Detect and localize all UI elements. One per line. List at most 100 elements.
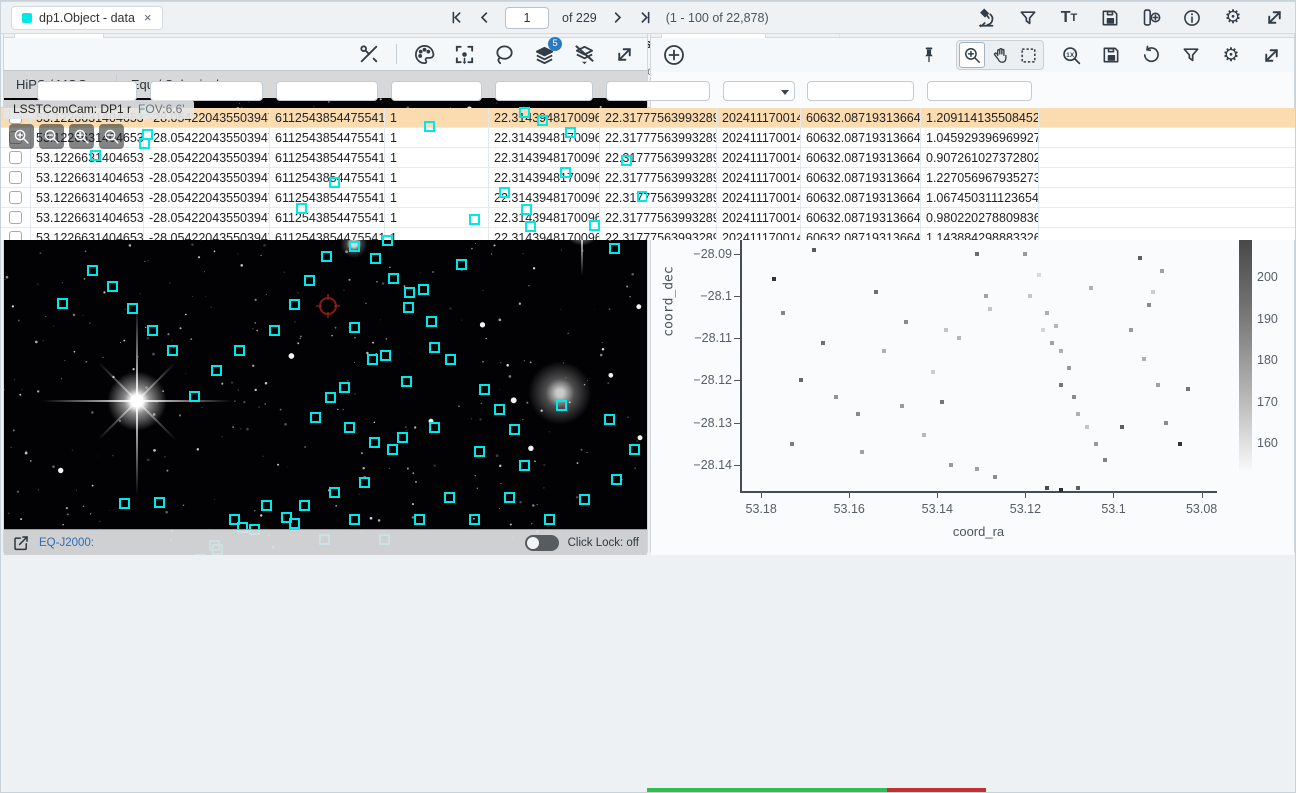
- catalog-marker[interactable]: [234, 345, 245, 356]
- catalog-marker[interactable]: [629, 444, 640, 455]
- layers-visibility-icon[interactable]: [571, 41, 597, 67]
- catalog-marker[interactable]: [339, 382, 350, 393]
- catalog-marker[interactable]: [474, 446, 485, 457]
- catalog-marker[interactable]: [537, 115, 548, 126]
- filter-input-objectId[interactable]: [276, 81, 378, 101]
- filter-input-refExtendedness[interactable]: [391, 81, 482, 101]
- restore-chart-icon[interactable]: [1138, 42, 1164, 68]
- catalog-marker[interactable]: [469, 514, 480, 525]
- close-icon[interactable]: ×: [144, 10, 152, 25]
- zoom-out-icon[interactable]: [39, 124, 64, 149]
- first-page-icon[interactable]: [449, 10, 464, 25]
- catalog-marker[interactable]: [87, 265, 98, 276]
- catalog-marker[interactable]: [359, 477, 370, 488]
- expand-chart-icon[interactable]: [1258, 42, 1284, 68]
- palette-icon[interactable]: [411, 41, 437, 67]
- gear-icon[interactable]: ⚙: [1218, 42, 1244, 68]
- catalog-marker[interactable]: [504, 492, 515, 503]
- text-options-icon[interactable]: TT: [1056, 5, 1082, 31]
- filter-input-seeing[interactable]: [927, 81, 1032, 101]
- last-page-icon[interactable]: [638, 10, 653, 25]
- table-row[interactable]: 53.12266314046538-28.0542204355039476112…: [1, 168, 1296, 188]
- catalog-marker[interactable]: [444, 492, 455, 503]
- catalog-marker[interactable]: [269, 325, 280, 336]
- catalog-marker[interactable]: [637, 191, 647, 202]
- catalog-marker[interactable]: [261, 500, 272, 511]
- table-row[interactable]: 53.12266314046538-28.0542204355039476112…: [1, 228, 1296, 240]
- filter-chart-icon[interactable]: [1178, 42, 1204, 68]
- gear-icon[interactable]: ⚙: [1220, 5, 1246, 31]
- filter-input-coord_ra[interactable]: [37, 81, 137, 101]
- catalog-marker[interactable]: [304, 275, 315, 286]
- catalog-marker[interactable]: [325, 392, 336, 403]
- zoom-select-icon[interactable]: [959, 42, 985, 68]
- catalog-marker[interactable]: [494, 404, 505, 415]
- catalog-marker[interactable]: [107, 281, 118, 292]
- lasso-select-icon[interactable]: [491, 41, 517, 67]
- catalog-marker[interactable]: [414, 514, 425, 525]
- catalog-marker[interactable]: [429, 342, 440, 353]
- catalog-marker[interactable]: [344, 422, 355, 433]
- catalog-marker[interactable]: [382, 235, 393, 246]
- catalog-marker[interactable]: [479, 384, 490, 395]
- table-row[interactable]: 53.12266314046538-28.0542204355039476112…: [1, 108, 1296, 128]
- catalog-marker[interactable]: [525, 221, 536, 232]
- catalog-marker[interactable]: [367, 354, 378, 365]
- catalog-marker[interactable]: [296, 203, 307, 214]
- catalog-marker[interactable]: [289, 299, 300, 310]
- catalog-marker[interactable]: [445, 354, 456, 365]
- catalog-marker[interactable]: [299, 500, 310, 511]
- info-icon[interactable]: [1179, 5, 1205, 31]
- catalog-marker[interactable]: [388, 273, 399, 284]
- table-row[interactable]: 53.12266314046538-28.0542204355039476112…: [1, 208, 1296, 228]
- catalog-marker[interactable]: [403, 302, 414, 313]
- catalog-marker[interactable]: [380, 350, 391, 361]
- catalog-marker[interactable]: [211, 365, 222, 376]
- catalog-marker[interactable]: [167, 345, 178, 356]
- catalog-marker[interactable]: [609, 243, 620, 254]
- add-chart-icon[interactable]: [661, 42, 687, 68]
- catalog-marker[interactable]: [611, 474, 622, 485]
- filter-table-icon[interactable]: [1015, 5, 1041, 31]
- catalog-marker[interactable]: [604, 414, 615, 425]
- catalog-marker[interactable]: [509, 424, 520, 435]
- catalog-marker[interactable]: [521, 204, 532, 215]
- table-tab[interactable]: dp1.Object - data ×: [11, 6, 163, 30]
- table-row[interactable]: 53.12266314046538-28.0542204355039476112…: [1, 188, 1296, 208]
- catalog-marker[interactable]: [499, 187, 510, 198]
- tools-icon[interactable]: [356, 41, 382, 67]
- box-select-icon[interactable]: [1015, 42, 1041, 68]
- table-row[interactable]: 53.12266314046538-28.0542204355039476112…: [1, 148, 1296, 168]
- catalog-marker[interactable]: [519, 107, 530, 118]
- filter-input-fs_psfAbMag[interactable]: [606, 81, 710, 101]
- catalog-marker[interactable]: [90, 150, 101, 161]
- row-checkbox[interactable]: [9, 191, 22, 204]
- save-chart-icon[interactable]: [1098, 42, 1124, 68]
- catalog-marker[interactable]: [387, 444, 398, 455]
- catalog-marker[interactable]: [469, 214, 480, 225]
- catalog-marker[interactable]: [397, 432, 408, 443]
- catalog-marker[interactable]: [329, 177, 340, 188]
- catalog-marker[interactable]: [456, 259, 467, 270]
- catalog-marker[interactable]: [560, 167, 571, 178]
- zoom-original-icon[interactable]: 1X: [1058, 42, 1084, 68]
- catalog-marker[interactable]: [147, 325, 158, 336]
- recenter-icon[interactable]: [451, 41, 477, 67]
- external-link-icon[interactable]: [12, 534, 30, 552]
- expand-table-icon[interactable]: [1261, 5, 1287, 31]
- catalog-marker[interactable]: [544, 514, 555, 525]
- pan-icon[interactable]: [987, 42, 1013, 68]
- catalog-marker[interactable]: [556, 400, 567, 411]
- catalog-marker[interactable]: [229, 514, 240, 525]
- catalog-marker[interactable]: [349, 514, 360, 525]
- table-row[interactable]: 53.12266314046538-28.0542204355039476112…: [1, 128, 1296, 148]
- add-column-icon[interactable]: [1138, 5, 1164, 31]
- zoom-fit-icon[interactable]: [69, 124, 94, 149]
- catalog-marker[interactable]: [154, 497, 165, 508]
- catalog-marker[interactable]: [370, 253, 381, 264]
- catalog-marker[interactable]: [349, 241, 360, 252]
- catalog-marker[interactable]: [289, 518, 300, 529]
- catalog-marker[interactable]: [429, 422, 440, 433]
- catalog-marker[interactable]: [404, 287, 415, 298]
- catalog-marker[interactable]: [579, 494, 590, 505]
